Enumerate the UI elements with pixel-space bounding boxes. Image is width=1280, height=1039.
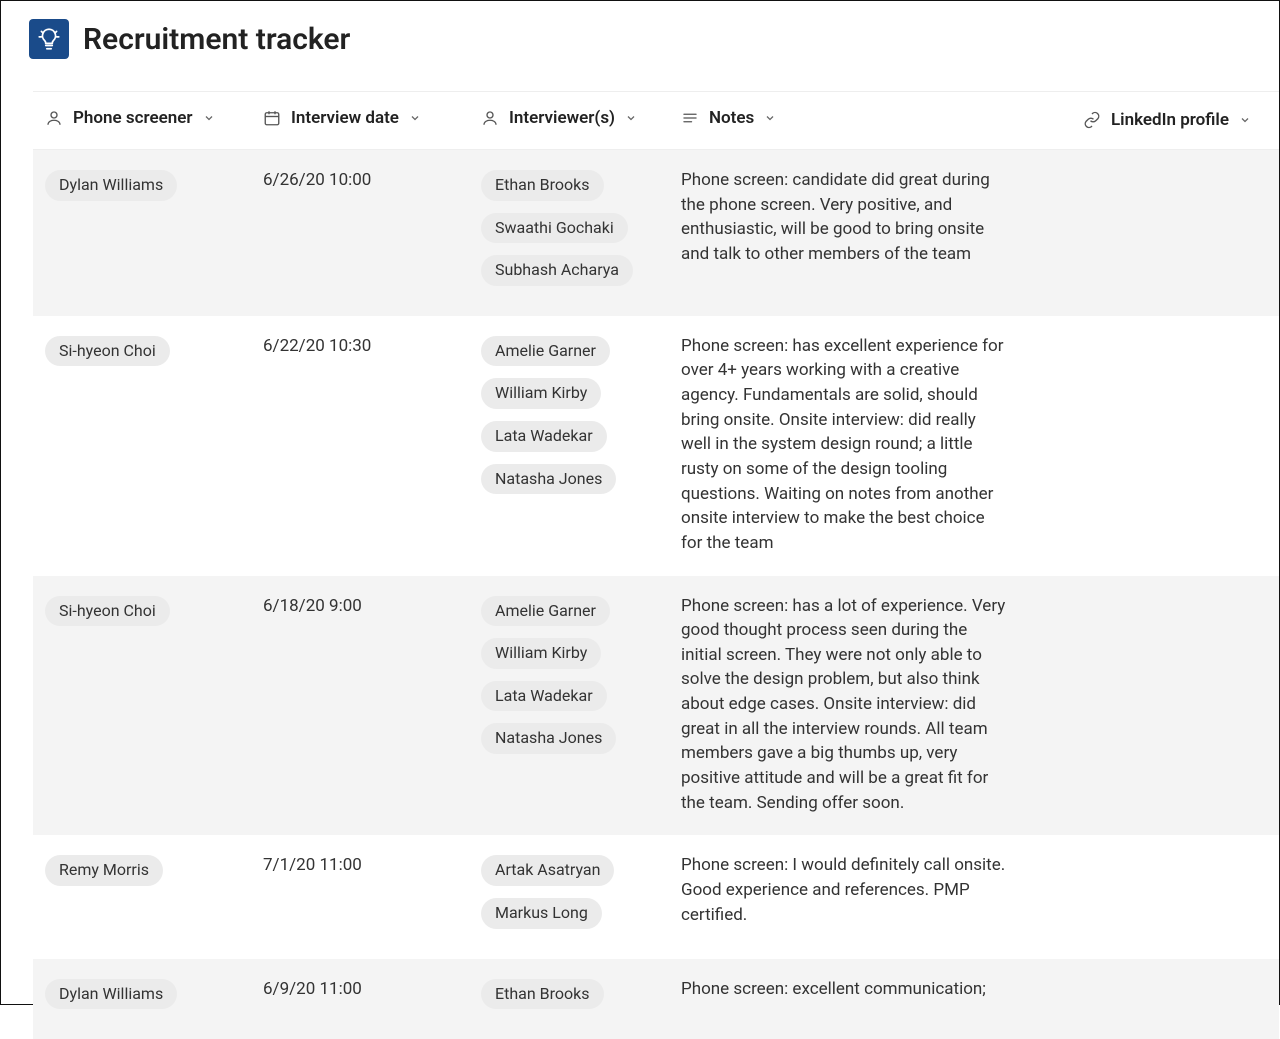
interviewer-chip[interactable]: Natasha Jones bbox=[481, 723, 616, 754]
column-headers: Phone screener Interview date bbox=[33, 92, 1279, 150]
person-icon bbox=[481, 109, 499, 127]
phone-screener-chip[interactable]: Remy Morris bbox=[45, 855, 163, 886]
interviewer-chip[interactable]: Amelie Garner bbox=[481, 596, 610, 627]
interviewer-chip[interactable]: Lata Wadekar bbox=[481, 421, 607, 452]
chevron-down-icon bbox=[1239, 114, 1251, 126]
table-row[interactable]: Si-hyeon Choi 6/18/20 9:00 Amelie Garner Wi… bbox=[33, 576, 1279, 836]
interviewer-chip[interactable]: Swaathi Gochaki bbox=[481, 213, 628, 244]
phone-screener-chip[interactable]: Dylan Williams bbox=[45, 170, 177, 201]
column-header-linkedin[interactable]: LinkedIn profile bbox=[1083, 110, 1251, 130]
chevron-down-icon bbox=[409, 112, 421, 124]
column-label: Interview date bbox=[291, 108, 399, 128]
interview-date: 6/9/20 11:00 bbox=[263, 977, 457, 999]
column-label: Notes bbox=[709, 108, 754, 128]
table-row[interactable]: Dylan Williams 6/26/20 10:00 Ethan Brooks S… bbox=[33, 150, 1279, 316]
chevron-down-icon bbox=[625, 112, 637, 124]
interviewer-chip[interactable]: Artak Asatryan bbox=[481, 855, 614, 886]
column-header-interview-date[interactable]: Interview date bbox=[263, 108, 421, 128]
interviewer-chip[interactable]: William Kirby bbox=[481, 638, 601, 669]
interview-date: 6/18/20 9:00 bbox=[263, 594, 457, 616]
calendar-icon bbox=[263, 109, 281, 127]
interviewer-chip[interactable]: Subhash Acharya bbox=[481, 255, 633, 286]
notes-text: Phone screen: candidate did great during… bbox=[681, 168, 1007, 267]
column-label: Interviewer(s) bbox=[509, 108, 615, 128]
notes-text: Phone screen: has a lot of experience. V… bbox=[681, 594, 1007, 816]
column-header-interviewers[interactable]: Interviewer(s) bbox=[481, 108, 637, 128]
table-row[interactable]: Si-hyeon Choi 6/22/20 10:30 Amelie Garner W… bbox=[33, 316, 1279, 576]
table-row[interactable]: Dylan Williams6/9/20 11:00Ethan BrooksPh… bbox=[33, 959, 1279, 1039]
interviewer-chip[interactable]: Lata Wadekar bbox=[481, 681, 607, 712]
interviewer-chip[interactable]: Natasha Jones bbox=[481, 464, 616, 495]
interviewer-chip[interactable]: Amelie Garner bbox=[481, 336, 610, 367]
page-header: Recruitment tracker bbox=[29, 19, 1279, 59]
column-header-phone-screener[interactable]: Phone screener bbox=[45, 108, 215, 128]
notes-text: Phone screen: excellent communication; bbox=[681, 977, 1007, 1002]
interview-date: 7/1/20 11:00 bbox=[263, 853, 457, 875]
interviewer-chip[interactable]: Ethan Brooks bbox=[481, 170, 604, 201]
table-row[interactable]: Remy Morris 7/1/20 11:00 Artak Asatryan Mar… bbox=[33, 835, 1279, 958]
recruitment-table: Phone screener Interview date bbox=[33, 91, 1279, 1039]
phone-screener-chip[interactable]: Si-hyeon Choi bbox=[45, 336, 170, 367]
interview-date: 6/22/20 10:30 bbox=[263, 334, 457, 356]
phone-screener-chip[interactable]: Si-hyeon Choi bbox=[45, 596, 170, 627]
column-header-notes[interactable]: Notes bbox=[681, 108, 776, 128]
notes-text: Phone screen: I would definitely call on… bbox=[681, 853, 1007, 927]
interviewer-chip[interactable]: William Kirby bbox=[481, 378, 601, 409]
chevron-down-icon bbox=[203, 112, 215, 124]
chevron-down-icon bbox=[764, 112, 776, 124]
interview-date: 6/26/20 10:00 bbox=[263, 168, 457, 190]
notes-text: Phone screen: has excellent experience f… bbox=[681, 334, 1007, 556]
link-icon bbox=[1083, 111, 1101, 129]
column-label: LinkedIn profile bbox=[1111, 110, 1229, 130]
interviewer-chip[interactable]: Markus Long bbox=[481, 898, 602, 929]
notes-icon bbox=[681, 109, 699, 127]
column-label: Phone screener bbox=[73, 108, 193, 128]
person-icon bbox=[45, 109, 63, 127]
page-title: Recruitment tracker bbox=[83, 22, 350, 57]
lightbulb-icon bbox=[29, 19, 69, 59]
